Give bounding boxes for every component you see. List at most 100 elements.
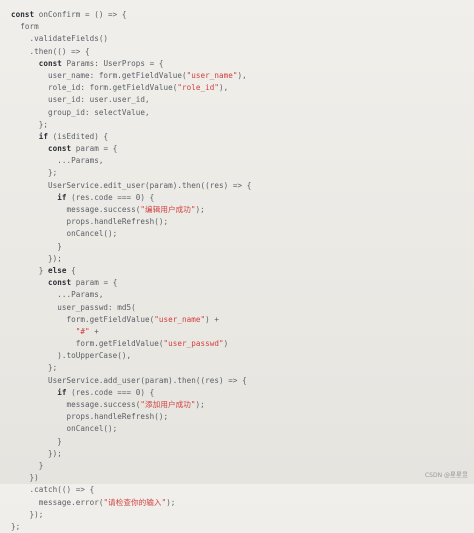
code-text: message.success( (11, 205, 141, 214)
code-text: + (89, 326, 99, 336)
code-text: { (66, 265, 76, 275)
watermark: CSDN @星星昱 (424, 472, 468, 479)
code-text: props.handleRefresh(); (11, 412, 169, 422)
code-line: } (11, 241, 474, 253)
code-block: const onConfirm = () => { form .validate… (0, 0, 474, 531)
code-line: }); (11, 253, 474, 265)
code-text: group_id: selectValue, (11, 107, 150, 117)
code-text: }); (11, 448, 62, 458)
code-string: "编辑用户成功" (140, 205, 196, 214)
code-text: (res.code === 0) { (66, 387, 155, 397)
code-text: } (11, 265, 48, 275)
code-text: } (11, 241, 62, 251)
code-keyword: const (47, 144, 72, 154)
code-text: form.getFieldValue( (11, 339, 164, 349)
code-text: ) + (205, 314, 219, 324)
code-text: }; (11, 168, 58, 178)
code-line: onCancel(); (11, 423, 474, 435)
code-text: }); (11, 509, 44, 519)
code-text: (isEdited) { (47, 131, 109, 141)
code-string: "#" (75, 326, 90, 336)
code-text: user_passwd: md5( (11, 302, 136, 312)
code-line: message.success("编辑用户成功"); (11, 204, 474, 216)
code-string: "user_name" (186, 70, 238, 80)
code-string: "user_name" (154, 314, 206, 324)
code-text: } (11, 436, 62, 446)
code-text: param = { (71, 278, 118, 288)
code-text: onCancel(); (11, 424, 118, 434)
code-string: "请检查你的输入" (103, 497, 167, 507)
code-line: }); (11, 509, 474, 521)
code-line: }; (11, 167, 474, 179)
code-text: UserService.edit_user(param).then((res) … (11, 180, 252, 190)
code-line: .catch(() => { (11, 484, 474, 496)
code-line: ).toUpperCase(), (11, 350, 474, 362)
code-line: onCancel(); (11, 228, 474, 240)
code-string: "user_passwd" (163, 339, 224, 349)
code-text: Params: UserProps = { (61, 58, 164, 68)
code-text: ) (223, 339, 229, 349)
code-keyword: const (11, 10, 35, 19)
code-line: UserService.add_user(param).then((res) =… (11, 375, 474, 387)
code-keyword: const (38, 58, 62, 68)
code-line: form.getFieldValue("user_passwd") (11, 338, 474, 350)
code-line: "#" + (11, 326, 474, 338)
code-text: } (11, 460, 44, 470)
code-line: } (11, 460, 474, 472)
code-text: user_name: form.getFieldValue( (11, 70, 187, 80)
code-line: message.success("添加用户成功"); (11, 399, 474, 411)
code-text: }; (11, 521, 21, 531)
code-text: ).toUpperCase(), (11, 351, 132, 361)
code-text: role_id: form.getFieldValue( (11, 83, 178, 93)
code-line: user_id: user.user_id, (11, 94, 474, 106)
code-line: if (res.code === 0) { (11, 387, 474, 399)
code-text: ); (195, 400, 205, 409)
code-string: "role_id" (177, 83, 219, 93)
code-line: }; (11, 119, 474, 131)
code-line: const param = { (11, 277, 474, 289)
code-line: } else { (11, 265, 474, 277)
code-keyword: else (47, 265, 67, 275)
code-text: ), (237, 70, 247, 80)
code-keyword: if (38, 131, 48, 141)
code-text: .then(() => { (11, 46, 90, 56)
code-text: ...Params, (11, 156, 104, 166)
code-line: .then(() => { (11, 46, 474, 58)
code-text: message.error( (11, 497, 104, 507)
code-text: form.getFieldValue( (11, 314, 155, 324)
code-text: onConfirm = () => { (34, 10, 127, 19)
code-text: .validateFields() (11, 34, 109, 44)
code-text: }) (11, 473, 39, 483)
code-line: group_id: selectValue, (11, 107, 474, 119)
code-line: UserService.edit_user(param).then((res) … (11, 180, 474, 192)
code-line: }); (11, 448, 474, 460)
code-keyword: const (47, 278, 72, 288)
code-line: const Params: UserProps = { (11, 58, 474, 70)
code-line: user_passwd: md5( (11, 302, 474, 314)
code-line: message.error("请检查你的输入"); (11, 497, 474, 509)
code-text: props.handleRefresh(); (11, 217, 169, 227)
code-text: }; (11, 119, 48, 129)
code-line: ...Params, (11, 155, 474, 167)
code-line: ...Params, (11, 289, 474, 301)
code-text: ); (166, 497, 176, 507)
code-text: ...Params, (11, 290, 104, 300)
code-text: message.success( (11, 400, 141, 409)
code-line: const onConfirm = () => { (11, 9, 474, 21)
code-text: (res.code === 0) { (66, 192, 155, 202)
code-text: .catch(() => { (11, 485, 95, 495)
code-line: props.handleRefresh(); (11, 411, 474, 423)
code-line: .validateFields() (11, 33, 474, 45)
code-text: }); (11, 253, 62, 263)
code-line: form (11, 21, 474, 33)
code-text: ), (219, 83, 229, 93)
code-line: }; (11, 521, 474, 533)
code-line: role_id: form.getFieldValue("role_id"), (11, 82, 474, 94)
code-string: "添加用户成功" (140, 400, 196, 409)
